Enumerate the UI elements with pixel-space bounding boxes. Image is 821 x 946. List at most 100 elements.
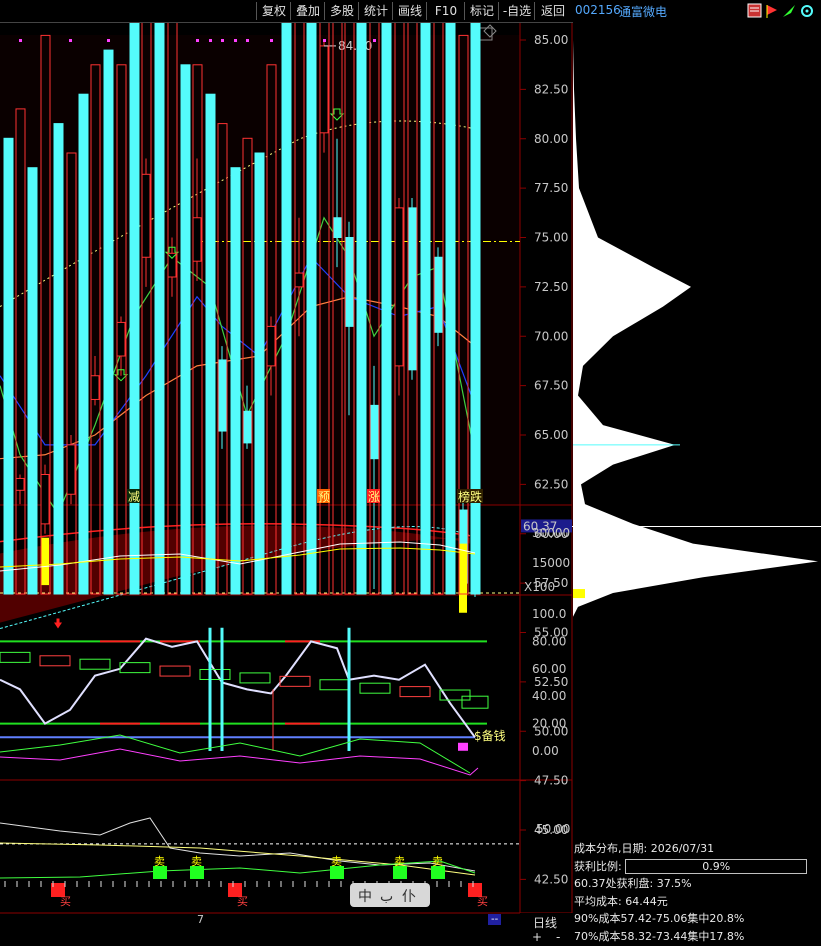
candle-body: [294, 272, 304, 288]
cost-profile: [573, 40, 818, 617]
buy-signal-label: 买: [60, 895, 71, 908]
volume-bar: [27, 167, 38, 595]
indicator-tick-label: 100.0: [532, 607, 566, 621]
volume-bar: [53, 123, 64, 595]
price-tick-label: 70.00: [534, 329, 568, 343]
candle-body: [242, 410, 252, 444]
header-icons: [747, 3, 813, 18]
price-tick-label: 67.50: [534, 379, 568, 393]
highlight-bar: [459, 543, 467, 613]
cost-info: 成本分布,日期: 2026/07/31 获利比例: 0.9% 60.37处获利盘…: [574, 840, 821, 945]
indicator-box: [399, 686, 431, 698]
report-icon[interactable]: [747, 3, 762, 18]
zoom-out-button[interactable]: -: [556, 930, 560, 944]
cost-90: 90%成本57.42-75.06集中20.8%: [574, 912, 745, 925]
indicator-box: [359, 682, 391, 694]
average-cost: 平均成本: 64.44元: [574, 894, 668, 908]
candle-body: [90, 375, 100, 400]
sell-signal-label: 卖: [432, 855, 443, 868]
stock-header: 002156 通富微电: [573, 0, 821, 22]
cost-70: 70%成本58.32-73.44集中17.8%: [574, 929, 745, 943]
top-dot: [196, 39, 199, 42]
indicator-main-line: [0, 637, 476, 738]
time-axis: 7 --: [0, 913, 573, 946]
volume-bar: [180, 64, 191, 595]
period-panel: 日线 + -: [520, 913, 573, 946]
chart-area[interactable]: 85.0082.5080.0077.5075.0072.5070.0067.50…: [0, 23, 821, 946]
mark-button[interactable]: 标记: [464, 2, 499, 20]
top-dot: [323, 39, 326, 42]
highlight-bar: [41, 537, 49, 586]
month-label: 7: [197, 913, 204, 926]
cost-distribution: [573, 40, 818, 617]
bottom-indicator: 50.00 卖 卖 卖 卖 卖买 买 买 中 ب 仆: [0, 817, 570, 908]
cost-title: 成本分布,日期:: [574, 842, 648, 855]
volume-bar: [420, 23, 431, 595]
top-dot: [221, 39, 224, 42]
candle-body: [344, 237, 354, 327]
cost-yellow: [573, 589, 585, 599]
sell-signal-label: 卖: [331, 855, 342, 868]
period-selector[interactable]: 日线: [533, 914, 557, 931]
volume-unit: X100: [524, 580, 555, 594]
price-tick-label: 82.50: [534, 82, 568, 96]
candle-body: [369, 404, 379, 460]
scroll-button[interactable]: --: [488, 914, 502, 925]
top-dot: [69, 39, 72, 42]
indicator-box: [79, 658, 111, 670]
top-dot: [270, 39, 273, 42]
remove-favorite-button[interactable]: -自选: [498, 2, 535, 20]
volume-bar: [445, 23, 456, 595]
volume-bar: [306, 23, 317, 595]
stock-code: 002156: [575, 3, 621, 17]
statistics-button[interactable]: 统计: [358, 2, 393, 20]
top-dot: [209, 39, 212, 42]
indicator-tick-label: 40.00: [532, 689, 566, 703]
signal-top_fall: 榜跌: [458, 489, 482, 504]
candle-body: [66, 444, 76, 495]
fuquan-button[interactable]: 复权: [256, 2, 291, 20]
back-button[interactable]: 返回: [534, 2, 571, 20]
buy-signal-label: 买: [237, 895, 248, 908]
price-tick-label: 47.50: [534, 774, 568, 788]
signal-minus: 减: [128, 490, 140, 504]
volume-bar: [78, 93, 89, 595]
candle-body: [433, 256, 443, 333]
price-tick-label: 42.50: [534, 872, 568, 886]
indicator-box: [39, 655, 71, 667]
flag-icon[interactable]: [766, 5, 777, 18]
volume-tick-label: 15000: [532, 556, 570, 570]
volume-bar: [205, 93, 216, 595]
indicator-green-line: [0, 734, 471, 774]
gear-icon[interactable]: [801, 5, 813, 17]
overlay-button[interactable]: 叠加: [290, 2, 325, 20]
candle-body: [116, 321, 126, 357]
volume-bar: [254, 152, 265, 595]
indicator-tick-label: 60.00: [532, 662, 566, 676]
watermark-glyph: 仆: [402, 889, 416, 905]
draw-line-button[interactable]: 画线: [392, 2, 427, 20]
price-tick-label: 65.00: [534, 428, 568, 442]
top-dot: [19, 39, 22, 42]
profit-bar: 0.9%: [625, 859, 808, 874]
multi-stock-button[interactable]: 多股: [324, 2, 359, 20]
sell-signal-label: 卖: [154, 855, 165, 868]
peak-price-label: 84.70: [338, 39, 372, 53]
indicator-box: [319, 679, 351, 691]
top-dot: [234, 39, 237, 42]
arrow-icon[interactable]: [783, 5, 795, 17]
price-tick-label: 85.00: [534, 33, 568, 47]
zoom-in-button[interactable]: +: [532, 930, 542, 944]
volume-bar: [381, 23, 392, 595]
stock-name: 通富微电: [619, 5, 668, 19]
candle-body: [266, 325, 276, 367]
bottom-tick-label: 50.00: [536, 822, 570, 836]
signal-pre: 预: [318, 490, 330, 504]
profit-at-price: 60.37处获利盘: 37.5%: [574, 877, 692, 890]
volume-bar: [281, 23, 292, 595]
candle-body: [332, 217, 342, 238]
price-tick-label: 77.50: [534, 181, 568, 195]
f10-button[interactable]: F10: [426, 2, 465, 20]
volume-bar: [356, 23, 367, 595]
indicator-panel: 100.0 80.00 60.00 40.00 20.00 0.00 $备钱: [0, 607, 566, 776]
